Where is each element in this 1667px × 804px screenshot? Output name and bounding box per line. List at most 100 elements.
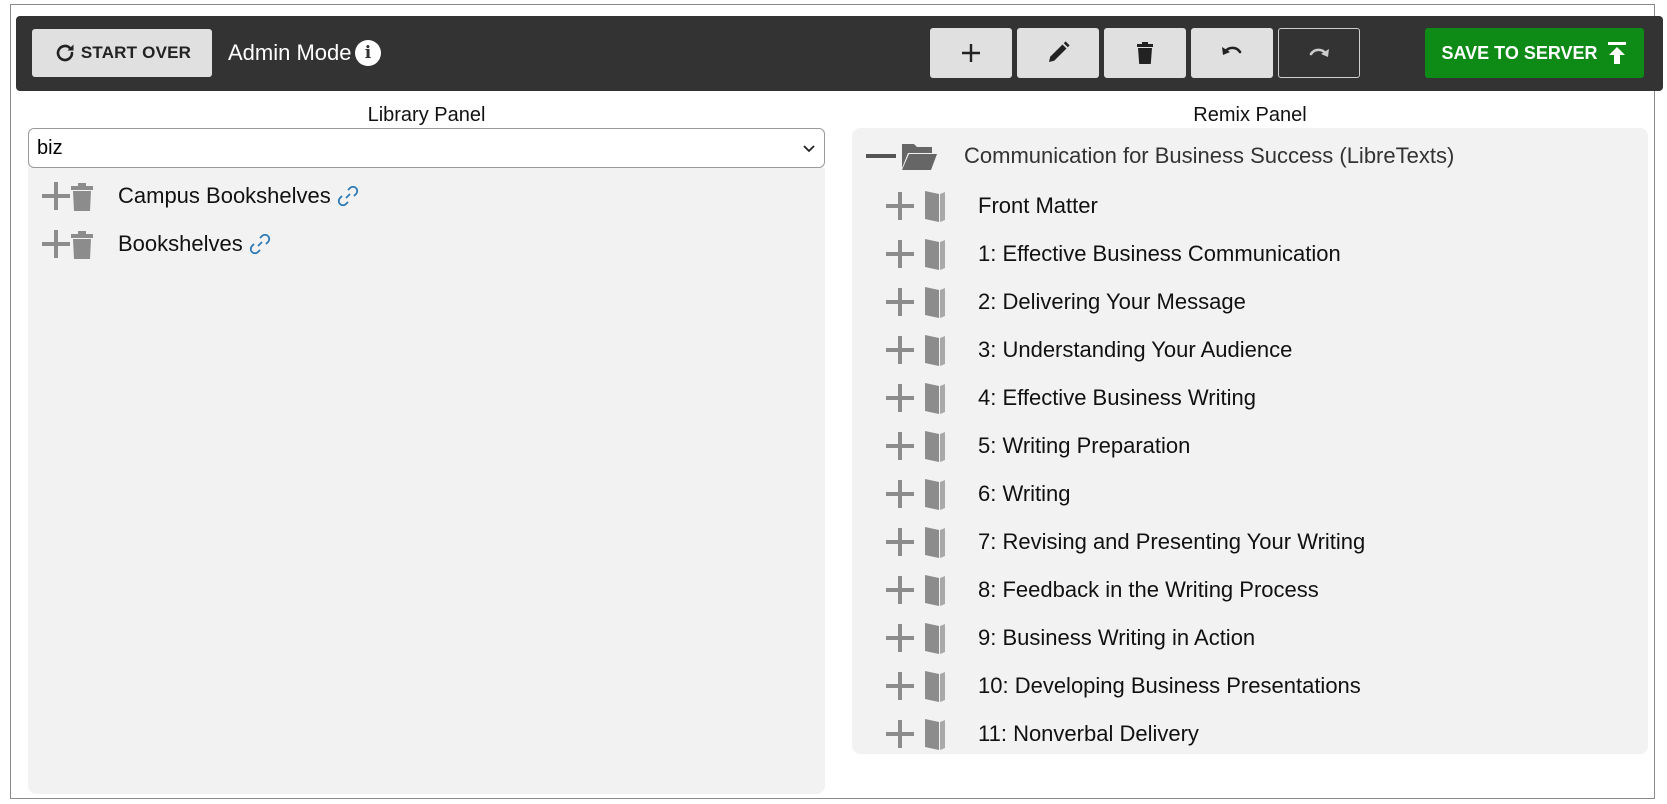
start-over-button[interactable]: START OVER bbox=[32, 29, 212, 77]
start-over-label: START OVER bbox=[80, 43, 192, 62]
remix-item-label: 7: Revising and Presenting Your Writing bbox=[978, 529, 1366, 554]
trash-icon bbox=[71, 231, 93, 259]
remix-item-label: Front Matter bbox=[978, 193, 1098, 218]
expand-button[interactable] bbox=[40, 228, 72, 260]
plus-icon bbox=[886, 336, 914, 364]
book-icon bbox=[925, 335, 945, 366]
pencil-icon bbox=[1049, 41, 1070, 62]
add-button[interactable] bbox=[930, 28, 1012, 78]
book-icon bbox=[925, 719, 945, 750]
remix-item-label: 6: Writing bbox=[978, 481, 1071, 506]
book-icon bbox=[925, 575, 945, 606]
book-icon bbox=[925, 479, 945, 510]
remix-item-label: 11: Nonverbal Delivery bbox=[978, 721, 1199, 746]
remix-item[interactable]: 10: Developing Business Presentations bbox=[884, 668, 1361, 704]
remix-item-label: 1: Effective Business Communication bbox=[978, 241, 1341, 266]
library-item-label: Bookshelves bbox=[118, 231, 243, 256]
remix-root-item[interactable]: Communication for Business Success (Libr… bbox=[866, 140, 1454, 172]
expand-button[interactable] bbox=[884, 286, 916, 318]
plus-icon bbox=[886, 192, 914, 220]
delete-button[interactable] bbox=[1104, 28, 1186, 78]
toolbar: START OVER Admin Mode i SAVE TO SERVER bbox=[16, 16, 1663, 91]
expand-button[interactable] bbox=[884, 334, 916, 366]
plus-icon bbox=[42, 230, 70, 258]
trash-icon bbox=[71, 183, 93, 211]
upload-icon bbox=[1607, 42, 1626, 64]
remix-root-label: Communication for Business Success (Libr… bbox=[964, 143, 1455, 168]
redo-icon bbox=[1309, 48, 1329, 57]
remix-item[interactable]: 4: Effective Business Writing bbox=[884, 380, 1256, 416]
link-icon[interactable] bbox=[337, 185, 359, 207]
library-item[interactable]: Campus Bookshelves bbox=[40, 180, 359, 212]
book-icon bbox=[925, 239, 945, 270]
library-item[interactable]: Bookshelves bbox=[40, 228, 271, 260]
remix-item[interactable]: 2: Delivering Your Message bbox=[884, 284, 1246, 320]
expand-button[interactable] bbox=[40, 180, 72, 212]
plus-icon bbox=[886, 720, 914, 748]
library-item-label: Campus Bookshelves bbox=[118, 183, 331, 208]
remix-item[interactable]: 1: Effective Business Communication bbox=[884, 236, 1341, 272]
library-select-value: biz bbox=[37, 136, 63, 159]
collapse-button[interactable] bbox=[866, 152, 896, 160]
plus-icon bbox=[886, 240, 914, 268]
save-to-server-button[interactable]: SAVE TO SERVER bbox=[1425, 28, 1644, 78]
remix-item[interactable]: 8: Feedback in the Writing Process bbox=[884, 572, 1319, 608]
book-icon bbox=[925, 383, 945, 414]
expand-button[interactable] bbox=[884, 430, 916, 462]
book-icon bbox=[925, 431, 945, 462]
edit-button[interactable] bbox=[1017, 28, 1099, 78]
library-select[interactable]: biz bbox=[28, 128, 825, 168]
undo-button[interactable] bbox=[1191, 28, 1273, 78]
remix-item[interactable]: Front Matter bbox=[884, 188, 1098, 224]
remix-item[interactable]: 3: Understanding Your Audience bbox=[884, 332, 1292, 368]
remix-item[interactable]: 7: Revising and Presenting Your Writing bbox=[884, 524, 1365, 560]
expand-button[interactable] bbox=[884, 574, 916, 606]
remix-item-label: 3: Understanding Your Audience bbox=[978, 337, 1293, 362]
refresh-icon bbox=[56, 44, 74, 62]
book-icon bbox=[925, 527, 945, 558]
plus-icon bbox=[42, 182, 70, 210]
expand-button[interactable] bbox=[884, 238, 916, 270]
expand-button[interactable] bbox=[884, 382, 916, 414]
minus-icon bbox=[866, 154, 896, 158]
book-icon bbox=[925, 287, 945, 318]
plus-icon bbox=[886, 288, 914, 316]
chevron-down-icon bbox=[803, 145, 815, 153]
remix-item-label: 8: Feedback in the Writing Process bbox=[978, 577, 1319, 602]
expand-button[interactable] bbox=[884, 670, 916, 702]
info-icon[interactable]: i bbox=[355, 40, 381, 66]
remix-item[interactable]: 5: Writing Preparation bbox=[884, 428, 1190, 464]
folder-open-icon bbox=[902, 144, 937, 170]
remix-item[interactable]: 11: Nonverbal Delivery bbox=[884, 716, 1199, 752]
plus-icon bbox=[886, 672, 914, 700]
book-icon bbox=[925, 671, 945, 702]
remix-item[interactable]: 6: Writing bbox=[884, 476, 1071, 512]
expand-button[interactable] bbox=[884, 190, 916, 222]
plus-icon bbox=[886, 528, 914, 556]
book-icon bbox=[925, 623, 945, 654]
remix-item-label: 5: Writing Preparation bbox=[978, 433, 1191, 458]
expand-button[interactable] bbox=[884, 718, 916, 750]
plus-icon bbox=[886, 432, 914, 460]
plus-icon bbox=[886, 624, 914, 652]
expand-button[interactable] bbox=[884, 622, 916, 654]
library-panel bbox=[28, 168, 825, 794]
redo-button[interactable] bbox=[1278, 28, 1360, 78]
remix-item-label: 10: Developing Business Presentations bbox=[978, 673, 1361, 698]
link-icon[interactable] bbox=[249, 233, 271, 255]
plus-icon bbox=[886, 576, 914, 604]
save-label: SAVE TO SERVER bbox=[1441, 42, 1598, 63]
remix-item-label: 9: Business Writing in Action bbox=[978, 625, 1256, 650]
remix-item-label: 4: Effective Business Writing bbox=[978, 385, 1256, 410]
admin-mode-label: Admin Mode bbox=[228, 40, 352, 65]
remix-item-label: 2: Delivering Your Message bbox=[978, 289, 1246, 314]
library-panel-title: Library Panel bbox=[367, 104, 486, 126]
plus-icon bbox=[886, 384, 914, 412]
expand-button[interactable] bbox=[884, 526, 916, 558]
expand-button[interactable] bbox=[884, 478, 916, 510]
book-icon bbox=[925, 191, 945, 222]
undo-icon bbox=[1222, 46, 1242, 55]
remix-item[interactable]: 9: Business Writing in Action bbox=[884, 620, 1255, 656]
trash-icon bbox=[1137, 42, 1153, 64]
plus-icon bbox=[886, 480, 914, 508]
